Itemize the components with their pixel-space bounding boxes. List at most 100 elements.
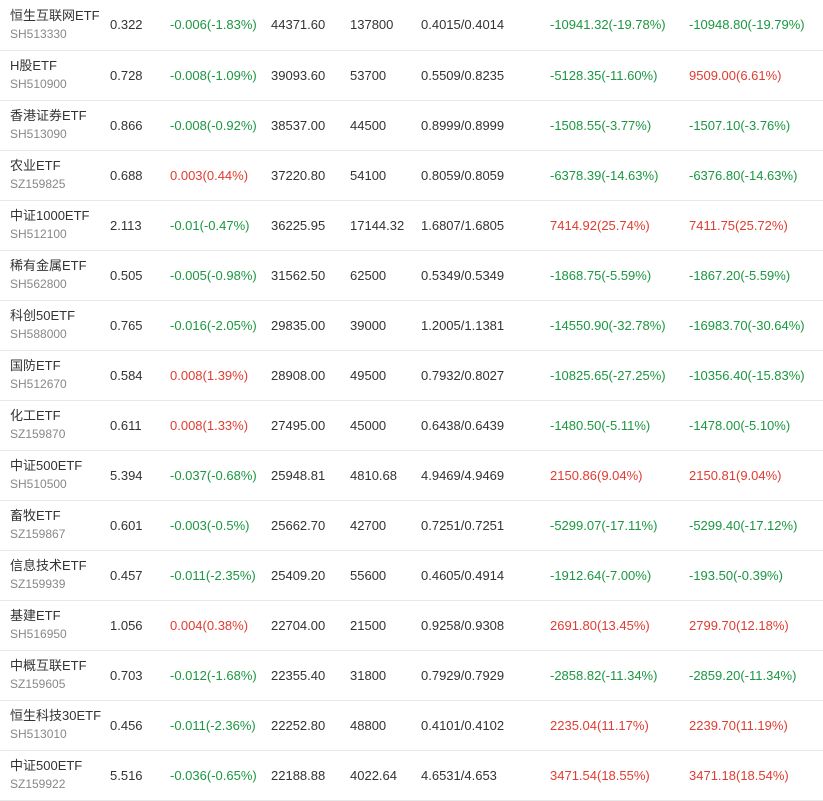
volume-cell: 48800 [350, 717, 387, 733]
table-row[interactable]: 国防ETF SH512670 0.584 0.008(1.39%) 28908.00 49… [0, 350, 823, 400]
price-cell: 0.765 [110, 317, 143, 333]
range-cell: 0.5509/0.8235 [421, 67, 505, 83]
fund-name[interactable]: 畜牧ETF [10, 507, 110, 524]
change-cell: -0.008(-1.09%) [170, 67, 257, 83]
table-row[interactable]: 化工ETF SZ159870 0.611 0.008(1.33%) 27495.00 45… [0, 400, 823, 450]
change-cell: -0.011(-2.36%) [170, 717, 256, 733]
table-row[interactable]: 中概互联ETF SZ159605 0.703 -0.012(-1.68%) 22355.… [0, 650, 823, 700]
fund-name-cell[interactable]: 化工ETF SZ159870 [0, 400, 110, 450]
fund-name[interactable]: H股ETF [10, 57, 110, 74]
table-row[interactable]: 畜牧ETF SZ159867 0.601 -0.003(-0.5%) 25662.70 4… [0, 500, 823, 550]
fund-name[interactable]: 恒生互联网ETF [10, 7, 110, 24]
table-row[interactable]: 恒生科技30ETF SH513010 0.456 -0.011(-2.36%) 2225… [0, 700, 823, 750]
profit2-cell: 2239.70(11.19%) [689, 717, 788, 733]
price-cell: 0.584 [110, 367, 143, 383]
range-cell: 0.4605/0.4914 [421, 567, 505, 583]
amount-cell: 25409.20 [271, 567, 326, 583]
range-cell: 1.6807/1.6805 [421, 217, 505, 233]
fund-name-cell[interactable]: 香港证券ETF SH513090 [0, 100, 110, 150]
fund-name[interactable]: 中证1000ETF [10, 207, 110, 224]
fund-code: SH513090 [10, 127, 67, 141]
profit2-cell: -1867.20(-5.59%) [689, 267, 791, 283]
profit-cell: -2858.82(-11.34%) [550, 667, 658, 683]
fund-name-cell[interactable]: 农业ETF SZ159825 [0, 150, 110, 200]
table-row[interactable]: 农业ETF SZ159825 0.688 0.003(0.44%) 37220.80 54… [0, 150, 823, 200]
fund-name-cell[interactable]: 恒生科技30ETF SH513010 [0, 700, 110, 750]
amount-cell: 36225.95 [271, 217, 326, 233]
fund-name[interactable]: 基建ETF [10, 607, 110, 624]
fund-name[interactable]: 信息技术ETF [10, 557, 110, 574]
profit2-cell: 9509.00(6.61%) [689, 67, 782, 83]
fund-name-cell[interactable]: 信息技术ETF SZ159939 [0, 550, 110, 600]
amount-cell: 22355.40 [271, 667, 326, 683]
volume-cell: 21500 [350, 617, 387, 633]
range-cell: 4.9469/4.9469 [421, 467, 505, 483]
amount-cell: 38537.00 [271, 117, 326, 133]
table-row[interactable]: 恒生互联网ETF SH513330 0.322 -0.006(-1.83%) 44371… [0, 0, 823, 50]
fund-name[interactable]: 科创50ETF [10, 307, 110, 324]
amount-cell: 29835.00 [271, 317, 326, 333]
fund-code: SZ159939 [10, 577, 66, 591]
profit2-cell: 2799.70(12.18%) [689, 617, 789, 633]
range-cell: 0.6438/0.6439 [421, 417, 505, 433]
change-cell: -0.003(-0.5%) [170, 517, 250, 533]
fund-name-cell[interactable]: 基建ETF SH516950 [0, 600, 110, 650]
profit2-cell: -1507.10(-3.76%) [689, 117, 791, 133]
volume-cell: 44500 [350, 117, 387, 133]
fund-code: SZ159922 [10, 777, 66, 791]
change-cell: 0.004(0.38%) [170, 617, 249, 633]
profit2-cell: -5299.40(-17.12%) [689, 517, 798, 533]
volume-cell: 53700 [350, 67, 387, 83]
fund-name[interactable]: 农业ETF [10, 157, 110, 174]
fund-name-cell[interactable]: 稀有金属ETF SH562800 [0, 250, 110, 300]
fund-code: SZ159825 [10, 177, 66, 191]
fund-name[interactable]: 中证500ETF [10, 757, 110, 774]
amount-cell: 37220.80 [271, 167, 326, 183]
fund-name-cell[interactable]: H股ETF SH510900 [0, 50, 110, 100]
table-row[interactable]: 稀有金属ETF SH562800 0.505 -0.005(-0.98%) 31562.… [0, 250, 823, 300]
fund-code: SZ159867 [10, 527, 66, 541]
fund-name[interactable]: 中证500ETF [10, 457, 110, 474]
amount-cell: 25662.70 [271, 517, 326, 533]
fund-name-cell[interactable]: 中概互联ETF SZ159605 [0, 650, 110, 700]
table-row[interactable]: 中证500ETF SZ159922 5.516 -0.036(-0.65%) 22188… [0, 750, 823, 800]
etf-holdings-table: 恒生互联网ETF SH513330 0.322 -0.006(-1.83%) 44371… [0, 0, 823, 801]
table-row[interactable]: 中证500ETF SH510500 5.394 -0.037(-0.68%) 25948… [0, 450, 823, 500]
profit-cell: -5128.35(-11.60%) [550, 67, 658, 83]
profit2-cell: -2859.20(-11.34%) [689, 667, 797, 683]
fund-name-cell[interactable]: 科创50ETF SH588000 [0, 300, 110, 350]
profit-cell: 7414.92(25.74%) [550, 217, 650, 233]
fund-name[interactable]: 恒生科技30ETF [10, 707, 110, 724]
fund-name[interactable]: 香港证券ETF [10, 107, 110, 124]
table-row[interactable]: 科创50ETF SH588000 0.765 -0.016(-2.05%) 29835.… [0, 300, 823, 350]
range-cell: 0.5349/0.5349 [421, 267, 505, 283]
fund-name-cell[interactable]: 国防ETF SH512670 [0, 350, 110, 400]
amount-cell: 28908.00 [271, 367, 326, 383]
profit-cell: 3471.54(18.55%) [550, 767, 650, 783]
volume-cell: 62500 [350, 267, 387, 283]
fund-name[interactable]: 国防ETF [10, 357, 110, 374]
table-row[interactable]: 香港证券ETF SH513090 0.866 -0.008(-0.92%) 38537.… [0, 100, 823, 150]
change-cell: -0.036(-0.65%) [170, 767, 257, 783]
price-cell: 0.601 [110, 517, 143, 533]
amount-cell: 39093.60 [271, 67, 326, 83]
fund-name[interactable]: 中概互联ETF [10, 657, 110, 674]
change-cell: 0.008(1.39%) [170, 367, 249, 383]
table-row[interactable]: 中证1000ETF SH512100 2.113 -0.01(-0.47%) 36225… [0, 200, 823, 250]
fund-name[interactable]: 化工ETF [10, 407, 110, 424]
fund-name-cell[interactable]: 中证500ETF SH510500 [0, 450, 110, 500]
fund-name-cell[interactable]: 畜牧ETF SZ159867 [0, 500, 110, 550]
fund-name-cell[interactable]: 恒生互联网ETF SH513330 [0, 0, 110, 50]
price-cell: 5.394 [110, 467, 143, 483]
price-cell: 0.505 [110, 267, 143, 283]
table-row[interactable]: 信息技术ETF SZ159939 0.457 -0.011(-2.35%) 25409.… [0, 550, 823, 600]
profit-cell: -6378.39(-14.63%) [550, 167, 659, 183]
fund-name-cell[interactable]: 中证1000ETF SH512100 [0, 200, 110, 250]
change-cell: 0.003(0.44%) [170, 167, 249, 183]
change-cell: -0.006(-1.83%) [170, 17, 257, 33]
fund-name[interactable]: 稀有金属ETF [10, 257, 110, 274]
table-row[interactable]: H股ETF SH510900 0.728 -0.008(-1.09%) 39093.60… [0, 50, 823, 100]
table-row[interactable]: 基建ETF SH516950 1.056 0.004(0.38%) 22704.00 21… [0, 600, 823, 650]
fund-name-cell[interactable]: 中证500ETF SZ159922 [0, 750, 110, 800]
profit-cell: -14550.90(-32.78%) [550, 317, 666, 333]
